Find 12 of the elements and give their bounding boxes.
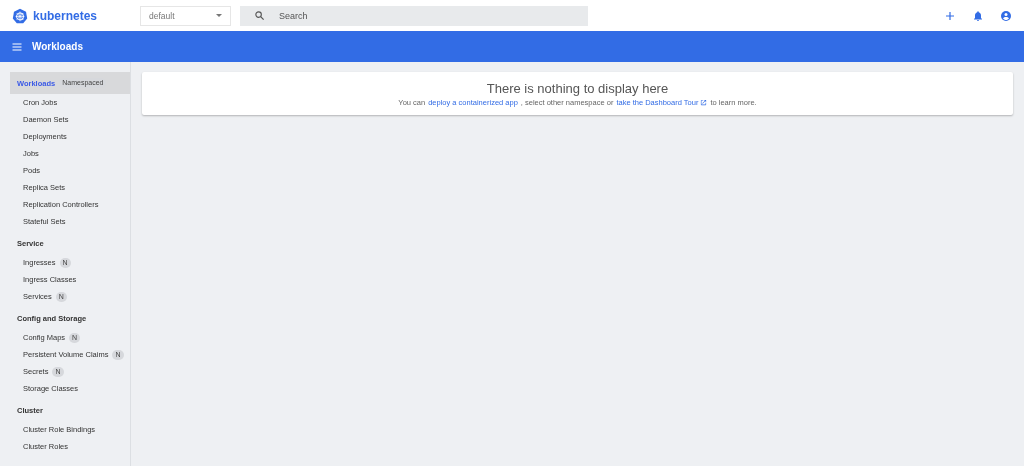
- brand-name[interactable]: kubernetes: [33, 8, 98, 23]
- account-icon[interactable]: [1000, 9, 1012, 22]
- bell-icon[interactable]: [972, 9, 984, 22]
- add-icon[interactable]: [944, 9, 956, 22]
- logo-icon: [12, 7, 28, 24]
- empty-state-title: There is nothing to display here: [486, 80, 669, 96]
- page-title: Workloads: [32, 41, 83, 52]
- external-link-icon: [700, 98, 708, 106]
- caret-icon: [216, 14, 222, 17]
- namespace-select[interactable]: default: [140, 5, 231, 26]
- search-icon: [254, 10, 265, 21]
- search-field[interactable]: Search: [240, 5, 588, 26]
